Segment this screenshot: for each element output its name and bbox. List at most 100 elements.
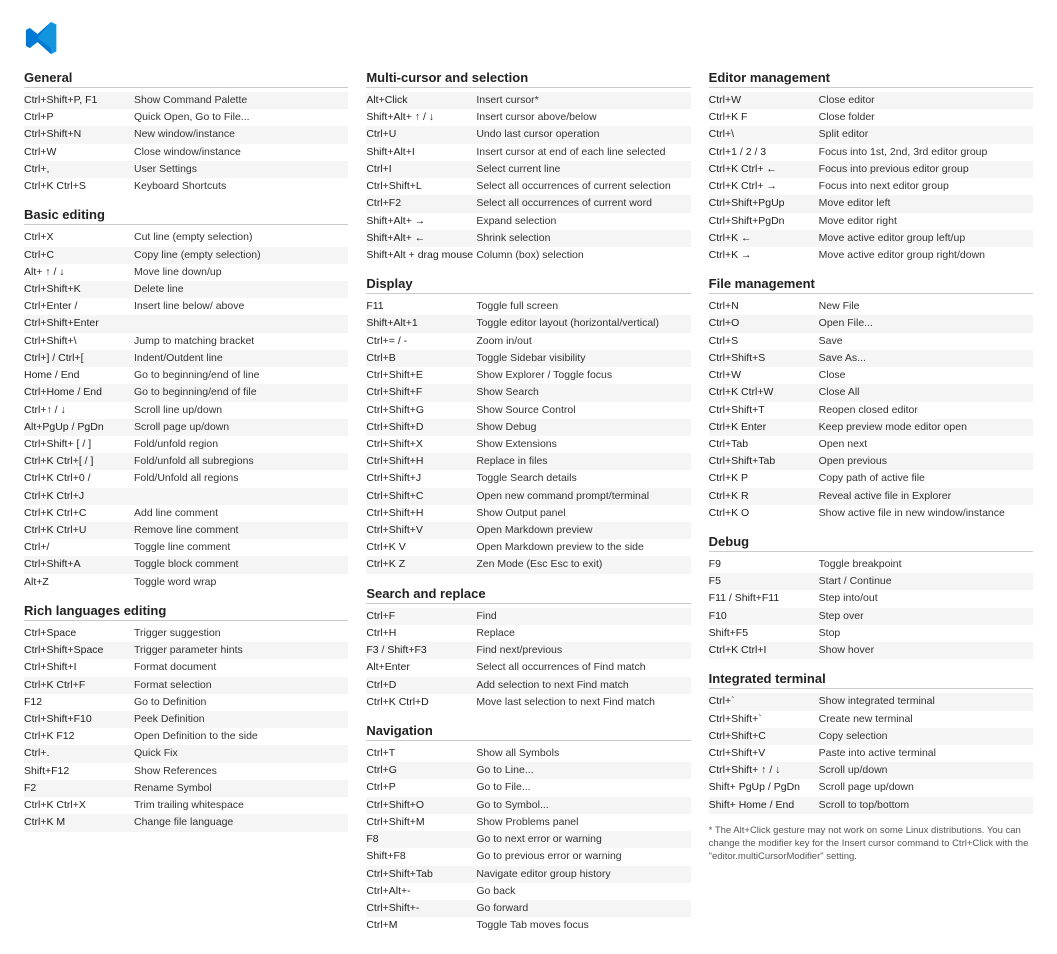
shortcut-desc: Toggle word wrap bbox=[134, 575, 348, 590]
shortcut-key: Ctrl+\ bbox=[709, 127, 819, 142]
footnote: * The Alt+Click gesture may not work on … bbox=[709, 824, 1033, 864]
shortcut-row: Ctrl+TabOpen next bbox=[709, 436, 1033, 453]
shortcut-row: Ctrl+Shift+Enter bbox=[24, 315, 348, 332]
shortcut-desc: Fold/unfold all subregions bbox=[134, 454, 348, 469]
shortcut-row: Ctrl+Shift+SSave As... bbox=[709, 350, 1033, 367]
shortcut-row: Ctrl+Shift+VOpen Markdown preview bbox=[366, 522, 690, 539]
shortcut-row: Shift+ PgUp / PgDnScroll page up/down bbox=[709, 779, 1033, 796]
shortcut-desc: Show all Symbols bbox=[476, 746, 690, 761]
shortcut-row: Ctrl+Shift+KDelete line bbox=[24, 281, 348, 298]
shortcut-key: Ctrl+K Ctrl+J bbox=[24, 489, 134, 504]
shortcut-key: F12 bbox=[24, 695, 134, 710]
shortcut-row: F3 / Shift+F3Find next/previous bbox=[366, 642, 690, 659]
shortcut-desc: Open Markdown preview bbox=[476, 523, 690, 538]
shortcut-key: Shift+F12 bbox=[24, 764, 134, 779]
shortcut-key: Ctrl+Shift+` bbox=[709, 712, 819, 727]
shortcut-key: Shift+Alt+ ↑ / ↓ bbox=[366, 110, 476, 125]
shortcut-row: Ctrl+Enter /Insert line below/ above bbox=[24, 298, 348, 315]
shortcut-row: Shift+F5Stop bbox=[709, 625, 1033, 642]
shortcut-row: Ctrl+Shift+JToggle Search details bbox=[366, 470, 690, 487]
shortcut-key: F2 bbox=[24, 781, 134, 796]
shortcut-row: Shift+Alt+ ←Shrink selection bbox=[366, 230, 690, 247]
shortcut-desc: Focus into 1st, 2nd, 3rd editor group bbox=[819, 145, 1033, 160]
shortcut-row: Ctrl+Alt+-Go back bbox=[366, 883, 690, 900]
shortcut-desc: Open new command prompt/terminal bbox=[476, 489, 690, 504]
shortcut-row: Ctrl+K Ctrl+0 /Fold/Unfold all regions bbox=[24, 470, 348, 487]
shortcut-row: Ctrl+K Ctrl+XTrim trailing whitespace bbox=[24, 797, 348, 814]
shortcut-desc: Reopen closed editor bbox=[819, 403, 1033, 418]
shortcut-key: Ctrl+/ bbox=[24, 540, 134, 555]
shortcut-row: F8Go to next error or warning bbox=[366, 831, 690, 848]
shortcut-row: Ctrl+Home / EndGo to beginning/end of fi… bbox=[24, 384, 348, 401]
shortcut-key: Ctrl+Shift+ [ / ] bbox=[24, 437, 134, 452]
section-title: Navigation bbox=[366, 723, 690, 741]
shortcut-desc: Open next bbox=[819, 437, 1033, 452]
shortcut-row: Ctrl+ISelect current line bbox=[366, 161, 690, 178]
shortcut-desc: Select all occurrences of current select… bbox=[476, 179, 690, 194]
shortcut-row: Ctrl+K Ctrl+[ / ]Fold/unfold all subregi… bbox=[24, 453, 348, 470]
shortcut-row: Ctrl+Shift+FShow Search bbox=[366, 384, 690, 401]
shortcut-desc: Show Extensions bbox=[476, 437, 690, 452]
shortcut-desc: Jump to matching bracket bbox=[134, 334, 348, 349]
shortcut-key: Home / End bbox=[24, 368, 134, 383]
shortcut-desc: Save bbox=[819, 334, 1033, 349]
shortcut-desc: Select current line bbox=[476, 162, 690, 177]
shortcut-desc: Show active file in new window/instance bbox=[819, 506, 1033, 521]
shortcut-row: Ctrl+SSave bbox=[709, 333, 1033, 350]
shortcut-key: Ctrl+Shift+V bbox=[709, 746, 819, 761]
shortcut-row: Ctrl+] / Ctrl+[Indent/Outdent line bbox=[24, 350, 348, 367]
shortcut-desc: Copy line (empty selection) bbox=[134, 248, 348, 263]
shortcut-key: Shift+Alt+ ← bbox=[366, 231, 476, 246]
shortcut-row: Ctrl+↑ / ↓Scroll line up/down bbox=[24, 402, 348, 419]
shortcut-key: Ctrl+T bbox=[366, 746, 476, 761]
shortcut-desc: Open Definition to the side bbox=[134, 729, 348, 744]
shortcut-key: Ctrl+Shift+PgUp bbox=[709, 196, 819, 211]
shortcut-row: Ctrl+Shift+P, F1Show Command Palette bbox=[24, 92, 348, 109]
shortcut-row: Ctrl+K FClose folder bbox=[709, 109, 1033, 126]
shortcut-desc: Scroll page up/down bbox=[134, 420, 348, 435]
shortcut-desc: Show Output panel bbox=[476, 506, 690, 521]
shortcut-row: Ctrl+Shift+MShow Problems panel bbox=[366, 814, 690, 831]
shortcut-key: Ctrl+Shift+N bbox=[24, 127, 134, 142]
shortcut-desc: Insert line below/ above bbox=[134, 299, 348, 314]
shortcut-desc: Show Source Control bbox=[476, 403, 690, 418]
shortcut-desc: Toggle editor layout (horizontal/vertica… bbox=[476, 316, 690, 331]
shortcut-row: Ctrl+Shift+F10Peek Definition bbox=[24, 711, 348, 728]
shortcut-desc: Show Search bbox=[476, 385, 690, 400]
shortcut-desc: Show hover bbox=[819, 643, 1033, 658]
shortcut-desc: Paste into active terminal bbox=[819, 746, 1033, 761]
shortcut-key: F5 bbox=[709, 574, 819, 589]
shortcut-key: Ctrl+Shift+G bbox=[366, 403, 476, 418]
shortcut-key: Ctrl+K Ctrl+X bbox=[24, 798, 134, 813]
shortcut-desc: Open File... bbox=[819, 316, 1033, 331]
shortcut-key: Ctrl+] / Ctrl+[ bbox=[24, 351, 134, 366]
shortcut-key: Ctrl+Shift+Space bbox=[24, 643, 134, 658]
shortcut-key: Ctrl+Tab bbox=[709, 437, 819, 452]
shortcut-desc: Scroll up/down bbox=[819, 763, 1033, 778]
shortcut-row: F12Go to Definition bbox=[24, 694, 348, 711]
shortcut-row: Ctrl+PGo to File... bbox=[366, 779, 690, 796]
shortcut-row: F11 / Shift+F11Step into/out bbox=[709, 590, 1033, 607]
shortcut-row: Ctrl+Shift+TReopen closed editor bbox=[709, 402, 1033, 419]
shortcut-row: Ctrl+Shift+IFormat document bbox=[24, 659, 348, 676]
shortcut-key: Ctrl+Shift+O bbox=[366, 798, 476, 813]
shortcut-row: Ctrl+K Ctrl+IShow hover bbox=[709, 642, 1033, 659]
shortcut-key: Alt+Enter bbox=[366, 660, 476, 675]
shortcut-row: Ctrl+HReplace bbox=[366, 625, 690, 642]
shortcut-desc: Replace bbox=[476, 626, 690, 641]
shortcut-key: Ctrl+G bbox=[366, 763, 476, 778]
shortcut-row: Ctrl+Shift+ [ / ]Fold/unfold region bbox=[24, 436, 348, 453]
section-title: File management bbox=[709, 276, 1033, 294]
shortcut-key: Ctrl+K Ctrl+[ / ] bbox=[24, 454, 134, 469]
shortcut-key: Ctrl+W bbox=[709, 93, 819, 108]
shortcut-key: Ctrl+K F12 bbox=[24, 729, 134, 744]
shortcut-desc: Reveal active file in Explorer bbox=[819, 489, 1033, 504]
shortcut-row: Shift+F8Go to previous error or warning bbox=[366, 848, 690, 865]
shortcut-desc: Show Problems panel bbox=[476, 815, 690, 830]
header bbox=[24, 20, 1033, 56]
shortcut-row: F2Rename Symbol bbox=[24, 780, 348, 797]
shortcut-key: Ctrl+H bbox=[366, 626, 476, 641]
shortcut-key: Ctrl+P bbox=[24, 110, 134, 125]
shortcut-key: Ctrl+Shift+J bbox=[366, 471, 476, 486]
shortcut-desc: Step into/out bbox=[819, 591, 1033, 606]
